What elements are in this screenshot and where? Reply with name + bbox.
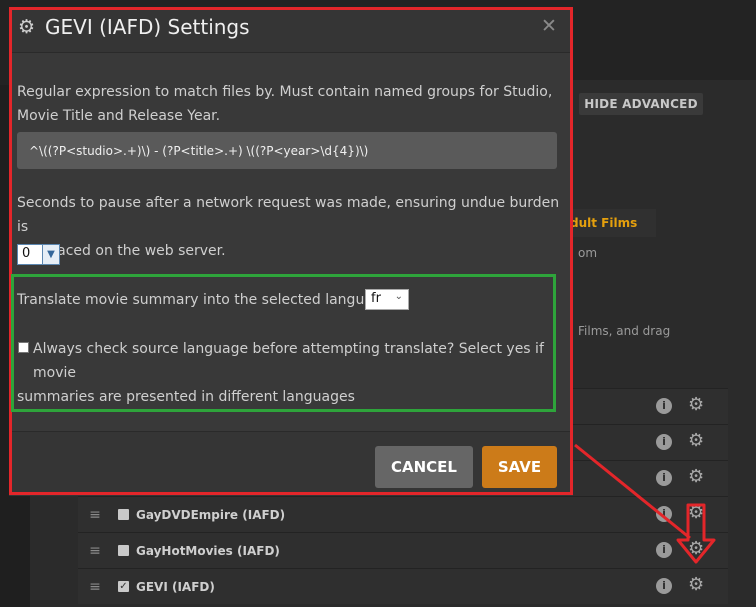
info-icon[interactable]: i [656,398,672,414]
agent-row[interactable]: ≡ GayHotMovies (IAFD) i ⚙ [78,532,728,568]
library-type-tab[interactable]: dult Films [560,209,656,237]
pause-label: Seconds to pause after a network request… [17,195,560,259]
agent-checkbox[interactable]: ✓ [118,581,129,592]
settings-modal: ⚙ GEVI (IAFD) Settings ✕ Regular express… [9,7,573,496]
agent-row[interactable]: ≡ ✓ GEVI (IAFD) i ⚙ [78,568,728,604]
gear-icon[interactable]: ⚙ [688,396,704,414]
info-icon[interactable]: i [656,506,672,522]
pause-select[interactable]: 0 ▼ [17,244,60,265]
drag-handle-icon[interactable]: ≡ [82,507,108,523]
agent-name: GayDVDEmpire (IAFD) [136,507,286,522]
info-icon[interactable]: i [656,578,672,594]
gear-icon[interactable]: ⚙ [688,468,704,486]
cancel-button[interactable]: CANCEL [375,446,473,488]
gear-icon[interactable]: ⚙ [688,540,704,558]
gear-icon[interactable]: ⚙ [688,432,704,450]
agent-row[interactable]: ≡ GayDVDEmpire (IAFD) i ⚙ [78,496,728,532]
gear-icon[interactable]: ⚙ [688,576,704,594]
drag-handle-icon[interactable]: ≡ [82,543,108,559]
regex-label: Regular expression to match files by. Mu… [17,84,553,124]
check-label: Always check source language before atte… [17,341,544,405]
agent-checkbox[interactable] [118,545,129,556]
info-icon[interactable]: i [656,470,672,486]
modal-footer: CANCEL SAVE [9,431,573,496]
background-text-fragment: Films, and drag [578,324,671,338]
chevron-down-icon: ▼ [42,245,59,264]
gear-icon: ⚙ [18,16,36,38]
info-icon[interactable]: i [656,542,672,558]
gear-icon[interactable]: ⚙ [688,504,704,522]
agent-name: GayHotMovies (IAFD) [136,543,280,558]
agent-checkbox[interactable] [118,509,129,520]
close-icon[interactable]: ✕ [541,15,557,37]
hide-advanced-button[interactable]: HIDE ADVANCED [579,93,703,115]
language-select[interactable]: fr ⌄ [365,289,409,310]
drag-handle-icon[interactable]: ≡ [82,579,108,595]
modal-title: GEVI (IAFD) Settings [45,15,250,39]
agent-name: GEVI (IAFD) [136,579,215,594]
modal-header: ⚙ GEVI (IAFD) Settings ✕ [9,7,573,53]
save-button[interactable]: SAVE [482,446,557,488]
background-text-fragment: om [578,246,598,260]
regex-input[interactable] [17,132,557,169]
info-icon[interactable]: i [656,434,672,450]
translate-label: Translate movie summary into the selecte… [17,292,391,308]
chevron-down-icon: ⌄ [394,291,403,302]
